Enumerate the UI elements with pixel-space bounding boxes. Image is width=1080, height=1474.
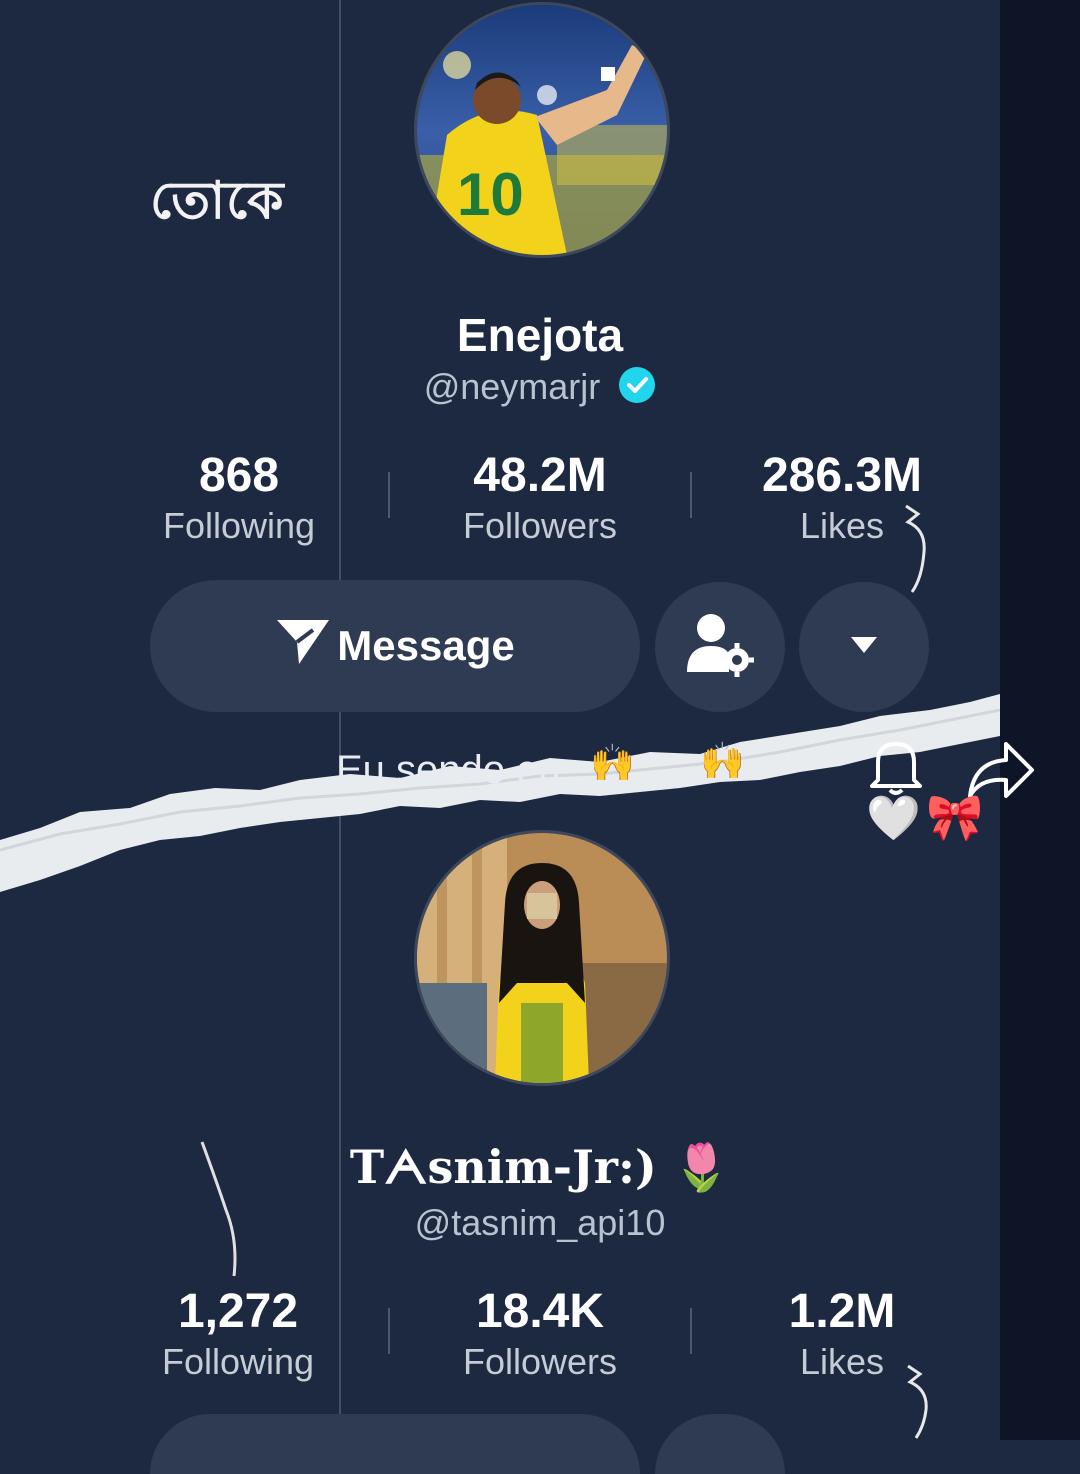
svg-text:10: 10 bbox=[457, 161, 524, 228]
profile1-display-name: Enejota bbox=[456, 309, 624, 361]
stat-label: Followers bbox=[462, 1341, 618, 1382]
stat-label: Following bbox=[162, 505, 316, 546]
white-heart-emoji: 🤍 bbox=[866, 794, 921, 843]
profile1-followers-stat[interactable]: 48.2M Followers bbox=[390, 448, 690, 547]
profile2-message-button[interactable] bbox=[150, 1414, 640, 1474]
stat-value: 48.2M bbox=[473, 449, 607, 502]
stat-label: Followers bbox=[462, 505, 618, 546]
message-label: Message bbox=[337, 622, 515, 669]
stat-value: 868 bbox=[198, 449, 280, 502]
profile1-bio: Eu sendo eu bbox=[336, 748, 561, 792]
profile1-handle-row: @neymarjr bbox=[0, 366, 1080, 413]
profile2-display-name-row: Tᗅsnim-Jr:) 🌷 bbox=[0, 1140, 1080, 1196]
profile1-handle: @neymarjr bbox=[423, 366, 601, 408]
user-settings-icon bbox=[685, 612, 755, 683]
stat-label: Likes bbox=[799, 505, 885, 546]
stat-value: 1,272 bbox=[177, 1285, 299, 1338]
profile1-avatar[interactable]: 10 bbox=[414, 2, 670, 258]
stat-label: Following bbox=[161, 1341, 315, 1382]
tulip-emoji: 🌷 bbox=[672, 1140, 731, 1194]
stat-value: 1.2M bbox=[788, 1285, 896, 1338]
profile1-likes-stat[interactable]: 286.3M Likes bbox=[692, 448, 992, 547]
stat-value: 286.3M bbox=[761, 449, 923, 502]
profile2-followers-stat[interactable]: 18.4K Followers bbox=[390, 1284, 690, 1383]
profile2-friend-settings-button[interactable] bbox=[655, 1414, 785, 1474]
profile2-following-stat[interactable]: 1,272 Following bbox=[88, 1284, 388, 1383]
profile2-display-name: Tᗅsnim-Jr:) bbox=[349, 1140, 657, 1194]
hands-emoji: 🙌 bbox=[590, 742, 635, 783]
verified-badge-icon bbox=[618, 366, 656, 413]
profile2-avatar[interactable] bbox=[414, 830, 670, 1086]
profile2-handle: @tasnim_api10 bbox=[414, 1202, 666, 1243]
stat-value: 18.4K bbox=[475, 1285, 605, 1338]
profile2-likes-stat[interactable]: 1.2M Likes bbox=[692, 1284, 992, 1383]
profile1-following-stat[interactable]: 868 Following bbox=[89, 448, 389, 547]
bow-emoji: 🎀 bbox=[926, 791, 984, 843]
stat-label: Likes bbox=[799, 1341, 885, 1382]
hands-emoji: 🙌 bbox=[700, 740, 745, 781]
send-icon bbox=[275, 616, 331, 676]
caret-down-icon bbox=[849, 635, 879, 660]
overlay-text: তোকে bbox=[150, 171, 285, 231]
curl-decoration bbox=[905, 504, 926, 593]
